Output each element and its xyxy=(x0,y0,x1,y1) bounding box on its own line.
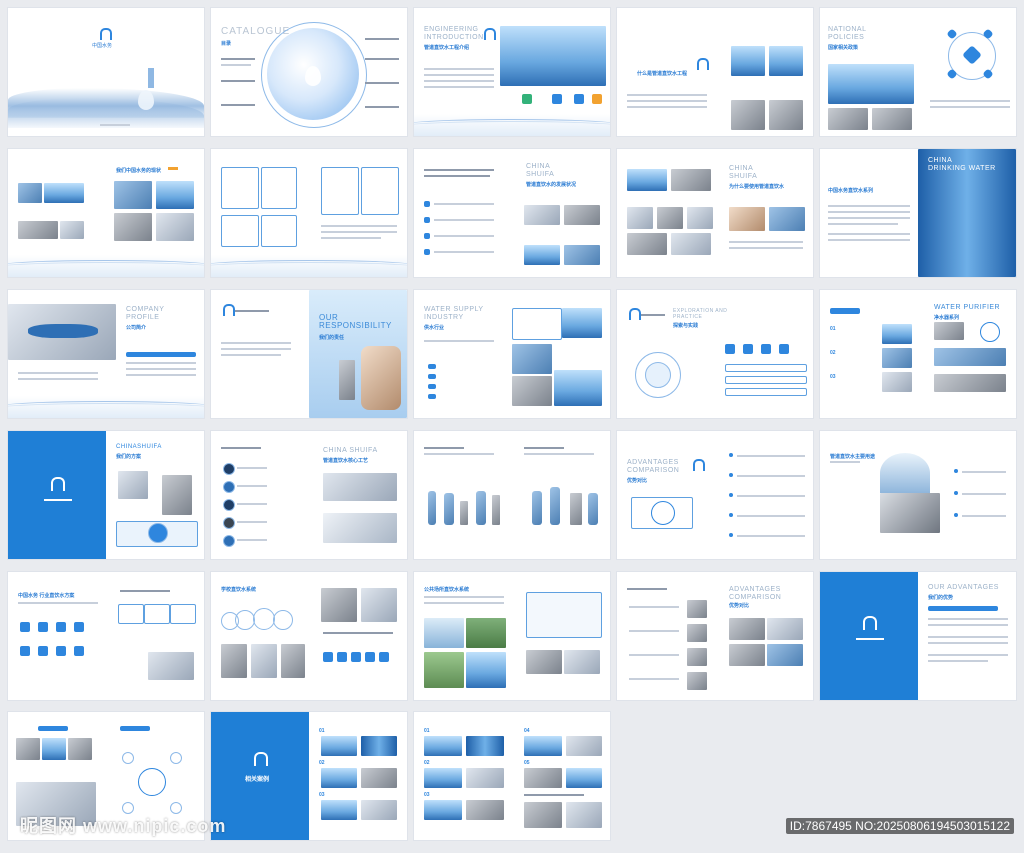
page-heading-en: ENGINEERING INTRODUCTION xyxy=(424,26,484,41)
page-heading-cn: 我们中国水务的现状 xyxy=(116,168,162,174)
page-our-advantages[interactable]: OUR ADVANTAGES 我们的优势 xyxy=(820,572,1016,700)
watermark-site: 昵图网 www.nipic.com xyxy=(20,816,227,836)
brochure-spread-grid: 中国水务 CATALOGUE 目录 ENGINEERING INTRODUCTI… xyxy=(0,0,1024,853)
section-logo xyxy=(850,616,890,632)
page-heading-cn: 国家相关政策 xyxy=(828,45,859,51)
catalogue-cn: 目录 xyxy=(221,41,232,47)
page-what-is[interactable]: 什么是管道直饮水工程 xyxy=(617,8,813,136)
section-logo xyxy=(38,477,78,493)
page-heading-en: EXPLORATION AND PRACTICE xyxy=(673,308,728,320)
page-heading-en: CHINA SHUIFA xyxy=(526,163,555,178)
page-heading-cn: 我们的责任 xyxy=(319,335,345,341)
page-related-cases[interactable]: 相关案例 01 02 03 xyxy=(211,712,407,840)
page-advantages-comparison[interactable]: ADVANTAGES COMPARISON 优势对比 xyxy=(617,431,813,559)
page-heading-cn: 我们的方案 xyxy=(116,454,142,460)
page-heading-en: WATER SUPPLY INDUSTRY xyxy=(424,306,484,321)
page-heading-cn: 管道直饮水核心工艺 xyxy=(323,458,369,464)
page-heading-cn: 什么是管道直饮水工程 xyxy=(637,71,688,77)
page-more-cases[interactable]: 01 02 03 04 05 xyxy=(414,712,610,840)
cover-brand: 中国水务 xyxy=(92,43,113,49)
page-heading-cn: 公司简介 xyxy=(126,325,147,331)
page-heading-en: COMPANY PROFILE xyxy=(126,306,165,321)
page-water-supply[interactable]: WATER SUPPLY INDUSTRY 供水行业 xyxy=(414,290,610,418)
page-heading-cn: 优势对比 xyxy=(627,478,648,484)
page-text-boxes[interactable] xyxy=(211,149,407,277)
page-status[interactable]: 我们中国水务的现状 xyxy=(8,149,204,277)
page-heading-en: OUR ADVANTAGES xyxy=(928,584,999,591)
page-drinking-water-series[interactable]: CHINA DRINKING WATER 中国水务直饮水系列 xyxy=(820,149,1016,277)
page-heading-cn: 中国水务直饮水系列 xyxy=(828,188,874,194)
page-heading-cn: 中国水务 行业直饮水方案 xyxy=(18,593,75,599)
page-heading-cn: 相关案例 xyxy=(245,777,270,783)
page-heading-cn: 管道直饮水的发展状况 xyxy=(526,182,577,188)
page-heading-cn: 管道直饮水主要用途 xyxy=(830,454,876,460)
page-heading-cn: 供水行业 xyxy=(424,325,445,331)
page-heading-en: OUR RESPONSIBILITY xyxy=(319,313,392,330)
page-equipment-diagram[interactable] xyxy=(414,431,610,559)
page-public-system[interactable]: 公共场所直饮水系统 xyxy=(414,572,610,700)
page-water-purifier[interactable]: 01 02 03 WATER PURIFIER 净水器系列 xyxy=(820,290,1016,418)
page-heading-en: CHINASHUIFA xyxy=(116,444,162,450)
page-heading-cn: 优势对比 xyxy=(729,603,750,609)
page-catalogue[interactable]: CATALOGUE 目录 xyxy=(211,8,407,136)
page-heading-cn: 我们的优势 xyxy=(928,595,954,601)
page-company-profile[interactable]: COMPANY PROFILE 公司简介 xyxy=(8,290,204,418)
page-engineering-intro[interactable]: ENGINEERING INTRODUCTION 管道直饮水工程介绍 xyxy=(414,8,610,136)
watermark-id: ID:7867495 NO:20250806194503015122 xyxy=(785,818,1014,834)
page-heading-cn: 净水器系列 xyxy=(934,315,960,321)
page-industry-solution[interactable]: 中国水务 行业直饮水方案 xyxy=(8,572,204,700)
page-responsibility[interactable]: OUR RESPONSIBILITY 我们的责任 xyxy=(211,290,407,418)
page-our-solution[interactable]: CHINASHUIFA 我们的方案 xyxy=(8,431,204,559)
page-heading-en: CHINA SHUIFA xyxy=(323,447,378,454)
page-heading-en: WATER PURIFIER xyxy=(934,304,1001,311)
page-cover[interactable]: 中国水务 xyxy=(8,8,204,136)
section-logo xyxy=(241,752,281,768)
page-national-policies[interactable]: NATIONAL POLICIES 国家相关政策 xyxy=(820,8,1016,136)
page-heading-en: ADVANTAGES COMPARISON xyxy=(729,586,782,601)
page-heading-cn: 管道直饮水工程介绍 xyxy=(424,45,470,51)
page-heading-en: CHINA DRINKING WATER xyxy=(928,157,996,172)
page-main-uses[interactable]: 管道直饮水主要用途 xyxy=(820,431,1016,559)
page-heading-cn: 学校直饮水系统 xyxy=(221,587,257,593)
page-development[interactable]: CHINA SHUIFA 管道直饮水的发展状况 xyxy=(414,149,610,277)
page-advantages-comparison-2[interactable]: ADVANTAGES COMPARISON 优势对比 xyxy=(617,572,813,700)
page-heading-en: NATIONAL POLICIES xyxy=(828,26,867,41)
page-heading-cn: 为什么要使用管道直饮水 xyxy=(729,184,785,190)
page-why-use[interactable]: CHINA SHUIFA 为什么要使用管道直饮水 xyxy=(617,149,813,277)
page-heading-en: ADVANTAGES COMPARISON xyxy=(627,459,680,474)
page-heading-cn: 探索与实践 xyxy=(673,323,699,329)
page-school-system[interactable]: 学校直饮水系统 xyxy=(211,572,407,700)
page-heading-en: CHINA SHUIFA xyxy=(729,165,758,180)
page-heading-cn: 公共场所直饮水系统 xyxy=(424,587,470,593)
page-exploration[interactable]: EXPLORATION AND PRACTICE 探索与实践 xyxy=(617,290,813,418)
page-core-process[interactable]: CHINA SHUIFA 管道直饮水核心工艺 xyxy=(211,431,407,559)
